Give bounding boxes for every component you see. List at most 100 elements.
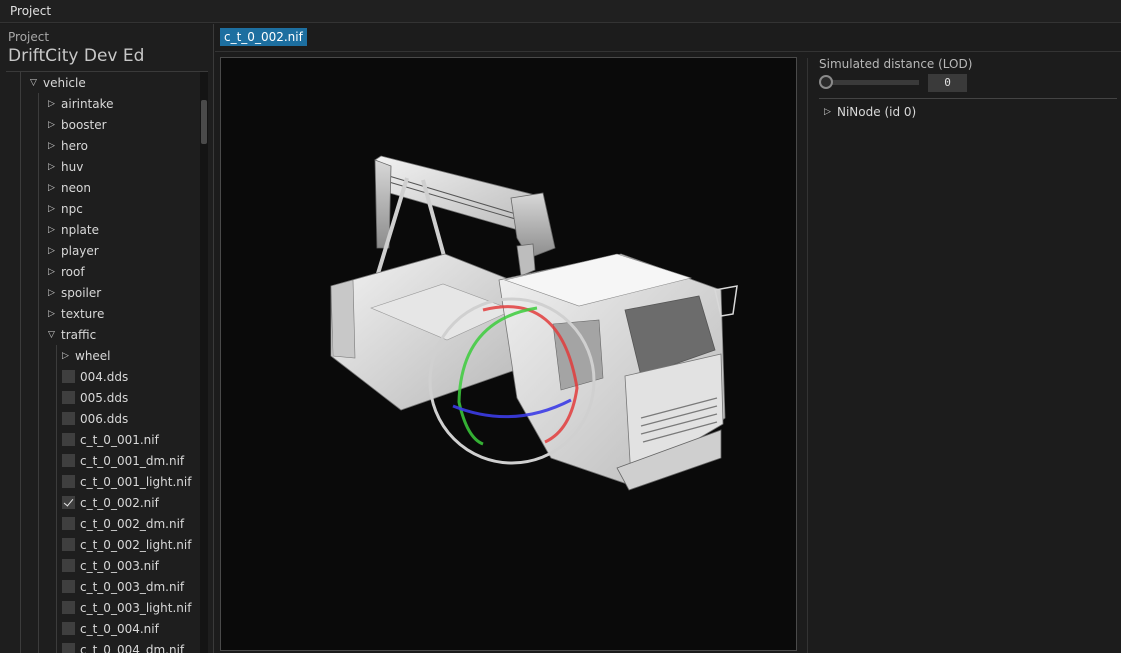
tree-folder-item[interactable]: ▷ spoiler	[48, 282, 101, 303]
3d-viewport[interactable]	[220, 57, 797, 651]
collapse-arrow-icon[interactable]: ▷	[48, 99, 61, 109]
tree-item-label: 004.dds	[80, 369, 129, 384]
tree-folder-item[interactable]: ▷ nplate	[48, 219, 99, 240]
tree-folder-item[interactable]: ▷ hero	[48, 135, 88, 156]
tree-file-item[interactable]: c_t_0_001_light.nif	[62, 471, 191, 492]
collapse-arrow-icon[interactable]: ▷	[48, 246, 61, 256]
collapse-arrow-icon[interactable]: ▷	[48, 120, 61, 130]
collapse-arrow-icon[interactable]: ▷	[48, 309, 61, 319]
collapse-arrow-icon[interactable]: ▷	[48, 204, 61, 214]
tree-item-label: 005.dds	[80, 390, 129, 405]
tree-file-item[interactable]: c_t_0_003_dm.nif	[62, 576, 184, 597]
menubar: Project	[0, 0, 1121, 23]
tree-folder-item[interactable]: ▷ booster	[48, 114, 107, 135]
tree-folder-item[interactable]: ▷ neon	[48, 177, 91, 198]
checkbox-icon[interactable]	[62, 433, 75, 446]
truck-bed-wall	[330, 279, 356, 359]
collapse-arrow-icon[interactable]: ▷	[48, 162, 61, 172]
checkbox-icon[interactable]	[62, 559, 75, 572]
tree-scrollbar-thumb[interactable]	[201, 100, 207, 144]
checkbox-icon[interactable]	[62, 412, 75, 425]
checkbox-icon[interactable]	[62, 580, 75, 593]
tree-item-label: booster	[61, 117, 107, 132]
checkbox-icon[interactable]	[62, 517, 75, 530]
tree-file-item[interactable]: c_t_0_003_light.nif	[62, 597, 191, 618]
lod-slider-knob[interactable]	[819, 75, 833, 89]
tree-folder-item[interactable]: ▷ airintake	[48, 93, 114, 114]
tree-node-ninode[interactable]: ▷ NiNode (id 0)	[824, 105, 916, 119]
tree-item-label: c_t_0_003.nif	[80, 558, 159, 573]
node-label: NiNode (id 0)	[837, 105, 917, 119]
tree-folder-item[interactable]: ▷ texture	[48, 303, 104, 324]
checkbox-icon[interactable]	[62, 601, 75, 614]
collapse-arrow-icon[interactable]: ▷	[824, 107, 837, 117]
tree-item-label: c_t_0_004_dm.nif	[80, 642, 185, 653]
lod-slider-track[interactable]	[825, 80, 919, 85]
collapse-arrow-icon[interactable]: ▷	[62, 351, 75, 361]
collapse-arrow-icon[interactable]: ▷	[48, 141, 61, 151]
tree-item-label: vehicle	[43, 75, 86, 90]
tree-folder-item[interactable]: ▷ wheel	[62, 345, 111, 366]
truck-bed	[330, 253, 522, 411]
checkbox-icon[interactable]	[62, 643, 75, 653]
crane-hook	[516, 243, 536, 277]
tree-file-item[interactable]: c_t_0_002_dm.nif	[62, 513, 184, 534]
tree-item-label: neon	[61, 180, 91, 195]
menu-project[interactable]: Project	[10, 4, 51, 18]
tree-item-label: c_t_0_001_dm.nif	[80, 453, 185, 468]
tree-folder-item[interactable]: ▽ vehicle	[30, 72, 86, 93]
tree-item-label: wheel	[75, 348, 111, 363]
expand-arrow-icon[interactable]: ▽	[30, 78, 43, 88]
properties-panel: Simulated distance (LOD) 0 ▷ NiNode (id …	[808, 53, 1121, 653]
properties-separator	[819, 98, 1117, 99]
tree-item-label: npc	[61, 201, 83, 216]
tree-file-item[interactable]: 005.dds	[62, 387, 128, 408]
tree-item-label: nplate	[61, 222, 99, 237]
tree-folder-item[interactable]: ▷ huv	[48, 156, 83, 177]
tree-item-label: hero	[61, 138, 88, 153]
tree-item-label: airintake	[61, 96, 114, 111]
collapse-arrow-icon[interactable]: ▷	[48, 288, 61, 298]
tree-item-label: c_t_0_003_dm.nif	[80, 579, 185, 594]
tree-item-label: traffic	[61, 327, 97, 342]
tree-folder-item[interactable]: ▷ player	[48, 240, 99, 261]
collapse-arrow-icon[interactable]: ▷	[48, 267, 61, 277]
checkbox-icon[interactable]	[62, 538, 75, 551]
tree-item-label: spoiler	[61, 285, 102, 300]
tree-file-item[interactable]: 004.dds	[62, 366, 128, 387]
collapse-arrow-icon[interactable]: ▷	[48, 225, 61, 235]
tree-item-label: c_t_0_002_light.nif	[80, 537, 192, 552]
checkbox-icon[interactable]	[62, 391, 75, 404]
lod-label: Simulated distance (LOD)	[819, 57, 973, 71]
lod-value-field[interactable]: 0	[928, 74, 967, 92]
expand-arrow-icon[interactable]: ▽	[48, 330, 61, 340]
tree-item-label: texture	[61, 306, 105, 321]
tree-file-item[interactable]: c_t_0_001_dm.nif	[62, 450, 184, 471]
tree-file-item[interactable]: c_t_0_001.nif	[62, 429, 159, 450]
project-panel-label: Project	[8, 30, 50, 44]
tree-scrollbar[interactable]	[200, 72, 208, 653]
checkbox-icon[interactable]	[62, 622, 75, 635]
checkbox-icon[interactable]	[62, 475, 75, 488]
tree-file-item[interactable]: 006.dds	[62, 408, 128, 429]
tree-file-item[interactable]: c_t_0_002.nif	[62, 492, 159, 513]
tree-item-label: c_t_0_001.nif	[80, 432, 159, 447]
tree-file-item[interactable]: c_t_0_004_dm.nif	[62, 639, 184, 653]
tree-file-item[interactable]: c_t_0_003.nif	[62, 555, 159, 576]
tree-file-item[interactable]: c_t_0_004.nif	[62, 618, 159, 639]
tree-folder-item[interactable]: ▽ traffic	[48, 324, 96, 345]
checkbox-icon[interactable]	[62, 454, 75, 467]
tab-c_t_0_002-nif[interactable]: c_t_0_002.nif	[220, 28, 307, 46]
collapse-arrow-icon[interactable]: ▷	[48, 183, 61, 193]
file-tree: ▽ vehicle ▷ airintake ▷ booster ▷ hero ▷ huv ▷ neon…	[0, 72, 200, 653]
tree-item-label: c_t_0_001_light.nif	[80, 474, 192, 489]
tree-file-item[interactable]: c_t_0_002_light.nif	[62, 534, 191, 555]
lod-slider[interactable]	[819, 75, 919, 89]
tree-item-label: c_t_0_002.nif	[80, 495, 159, 510]
checkbox-icon[interactable]	[62, 496, 75, 509]
tree-item-label: c_t_0_003_light.nif	[80, 600, 192, 615]
tree-folder-item[interactable]: ▷ roof	[48, 261, 85, 282]
checkbox-icon[interactable]	[62, 370, 75, 383]
project-name: DriftCity Dev Ed	[8, 46, 145, 66]
tree-folder-item[interactable]: ▷ npc	[48, 198, 83, 219]
